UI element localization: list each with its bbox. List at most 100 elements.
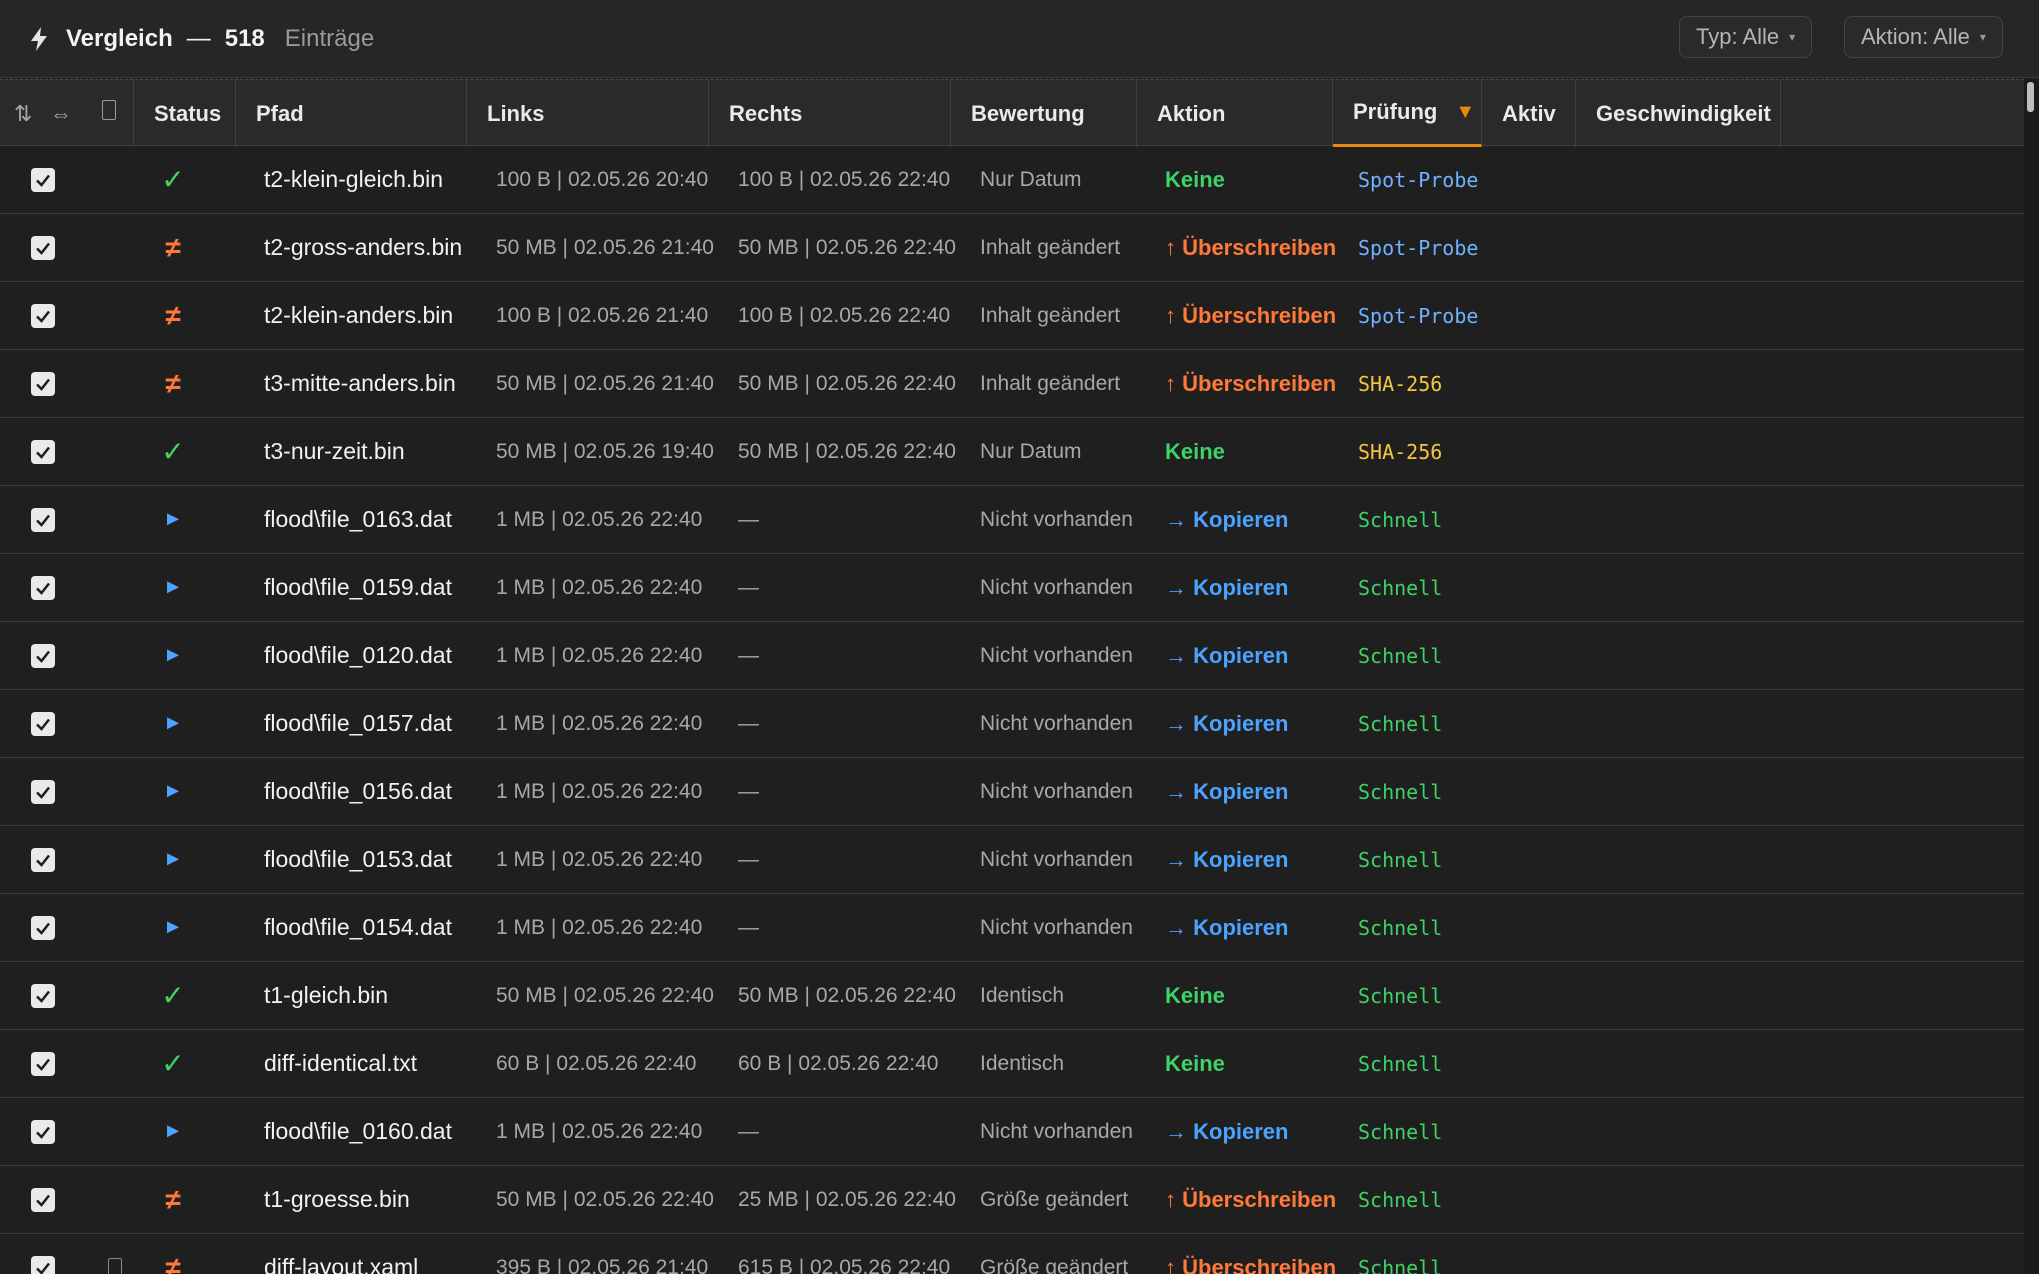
- check-method[interactable]: Schnell: [1358, 486, 1442, 553]
- row-checkbox[interactable]: [31, 304, 55, 328]
- check-method[interactable]: Schnell: [1358, 758, 1442, 825]
- check-method[interactable]: Schnell: [1358, 826, 1442, 893]
- left-info: 1 MB | 02.05.26 22:40: [496, 847, 703, 871]
- check-method[interactable]: Schnell: [1358, 690, 1442, 757]
- action-label[interactable]: Keine: [1165, 1030, 1225, 1097]
- file-path: t2-klein-gleich.bin: [264, 166, 443, 192]
- table-row[interactable]: ✓ t2-klein-gleich.bin 100 B | 02.05.26 20:…: [0, 146, 2024, 214]
- table-row[interactable]: ► flood\file_0154.dat 1 MB | 02.05.26 22:4…: [0, 894, 2024, 962]
- row-checkbox[interactable]: [31, 1052, 55, 1076]
- table-row[interactable]: ► flood\file_0153.dat 1 MB | 02.05.26 22:4…: [0, 826, 2024, 894]
- row-checkbox[interactable]: [31, 712, 55, 736]
- status-icon: ≠: [165, 1183, 181, 1215]
- row-checkbox[interactable]: [31, 780, 55, 804]
- check-method[interactable]: Schnell: [1358, 1098, 1442, 1165]
- comparison-table: ⇅ ⇔ Status Pfad Links Rechts Bewertung A…: [0, 79, 2024, 1274]
- action-label[interactable]: Keine: [1165, 418, 1225, 485]
- check-method[interactable]: SHA-256: [1358, 350, 1442, 417]
- table-row[interactable]: ► flood\file_0159.dat 1 MB | 02.05.26 22:4…: [0, 554, 2024, 622]
- entry-count-label: Einträge: [284, 24, 375, 52]
- row-secondary-checkbox[interactable]: [108, 1258, 122, 1274]
- column-header-check[interactable]: Prüfung ▼: [1333, 80, 1482, 147]
- action-label[interactable]: ↑ Überschreiben: [1165, 1234, 1336, 1274]
- action-label[interactable]: ↑ Überschreiben: [1165, 214, 1336, 281]
- row-checkbox[interactable]: [31, 168, 55, 192]
- vertical-scrollbar[interactable]: [2024, 79, 2039, 1274]
- row-checkbox[interactable]: [31, 1188, 55, 1212]
- table-row[interactable]: ≠ t3-mitte-anders.bin 50 MB | 02.05.26 21:…: [0, 350, 2024, 418]
- column-header-action[interactable]: Aktion: [1137, 80, 1333, 147]
- table-row[interactable]: ≠ t1-groesse.bin 50 MB | 02.05.26 22:40 25 …: [0, 1166, 2024, 1234]
- column-header-active[interactable]: Aktiv: [1482, 80, 1576, 147]
- column-header-speed[interactable]: Geschwindigkeit: [1576, 80, 1781, 147]
- action-label[interactable]: → Kopieren: [1165, 1098, 1288, 1165]
- check-method[interactable]: Schnell: [1358, 554, 1442, 621]
- left-info: 50 MB | 02.05.26 22:40: [496, 1187, 714, 1211]
- table-row[interactable]: ► flood\file_0160.dat 1 MB | 02.05.26 22:4…: [0, 1098, 2024, 1166]
- check-method[interactable]: Schnell: [1358, 1234, 1442, 1274]
- column-header-right[interactable]: Rechts: [709, 80, 951, 147]
- row-checkbox[interactable]: [31, 1120, 55, 1144]
- status-icon: ►: [163, 916, 183, 938]
- check-method[interactable]: Schnell: [1358, 894, 1442, 961]
- check-method[interactable]: Spot-Probe: [1358, 146, 1478, 213]
- check-method[interactable]: Schnell: [1358, 962, 1442, 1029]
- column-header-path[interactable]: Pfad: [236, 80, 467, 147]
- table-row[interactable]: ≠ t2-klein-anders.bin 100 B | 02.05.26 21:…: [0, 282, 2024, 350]
- table-row[interactable]: ► flood\file_0120.dat 1 MB | 02.05.26 22:4…: [0, 622, 2024, 690]
- table-row[interactable]: ≠ diff-layout.xaml 395 B | 02.05.26 21:40 6…: [0, 1234, 2024, 1274]
- action-label[interactable]: Keine: [1165, 146, 1225, 213]
- check-method[interactable]: Schnell: [1358, 1030, 1442, 1097]
- action-filter-label: Aktion: Alle: [1861, 24, 1970, 49]
- table-row[interactable]: ► flood\file_0156.dat 1 MB | 02.05.26 22:4…: [0, 758, 2024, 826]
- row-checkbox[interactable]: [31, 848, 55, 872]
- action-filter-dropdown[interactable]: Aktion: Alle ▾: [1844, 16, 2003, 58]
- check-method[interactable]: Schnell: [1358, 1166, 1442, 1233]
- sort-icon[interactable]: ⇅: [14, 101, 32, 127]
- action-label[interactable]: Keine: [1165, 962, 1225, 1029]
- action-label[interactable]: → Kopieren: [1165, 894, 1288, 961]
- row-checkbox[interactable]: [31, 984, 55, 1008]
- row-checkbox[interactable]: [31, 1256, 55, 1274]
- action-label[interactable]: → Kopieren: [1165, 486, 1288, 553]
- check-method[interactable]: SHA-256: [1358, 418, 1442, 485]
- column-header-evaluation[interactable]: Bewertung: [951, 80, 1137, 147]
- file-path: t2-klein-anders.bin: [264, 302, 454, 328]
- lightning-icon: [28, 26, 50, 52]
- row-checkbox[interactable]: [31, 644, 55, 668]
- column-header-left[interactable]: Links: [467, 80, 709, 147]
- scrollbar-thumb[interactable]: [2027, 82, 2034, 112]
- check-method[interactable]: Schnell: [1358, 622, 1442, 689]
- file-path: flood\file_0160.dat: [264, 1118, 452, 1144]
- type-filter-dropdown[interactable]: Typ: Alle ▾: [1679, 16, 1813, 58]
- check-method[interactable]: Spot-Probe: [1358, 214, 1478, 281]
- table-row[interactable]: ► flood\file_0163.dat 1 MB | 02.05.26 22:4…: [0, 486, 2024, 554]
- table-row[interactable]: ► flood\file_0157.dat 1 MB | 02.05.26 22:4…: [0, 690, 2024, 758]
- right-info: —: [738, 575, 759, 599]
- action-label[interactable]: ↑ Überschreiben: [1165, 350, 1336, 417]
- action-label[interactable]: → Kopieren: [1165, 622, 1288, 689]
- action-label[interactable]: → Kopieren: [1165, 554, 1288, 621]
- check-method[interactable]: Spot-Probe: [1358, 282, 1478, 349]
- row-checkbox[interactable]: [31, 372, 55, 396]
- table-row[interactable]: ≠ t2-gross-anders.bin 50 MB | 02.05.26 21:…: [0, 214, 2024, 282]
- swap-icon[interactable]: ⇔: [50, 101, 72, 127]
- row-checkbox[interactable]: [31, 508, 55, 532]
- action-label[interactable]: → Kopieren: [1165, 690, 1288, 757]
- column-header-status[interactable]: Status: [134, 80, 236, 147]
- status-icon: ≠: [165, 367, 181, 399]
- action-label[interactable]: → Kopieren: [1165, 826, 1288, 893]
- action-label[interactable]: → Kopieren: [1165, 758, 1288, 825]
- table-row[interactable]: ✓ diff-identical.txt 60 B | 02.05.26 22:40…: [0, 1030, 2024, 1098]
- table-row[interactable]: ✓ t3-nur-zeit.bin 50 MB | 02.05.26 19:40 50…: [0, 418, 2024, 486]
- action-label[interactable]: ↑ Überschreiben: [1165, 1166, 1336, 1233]
- right-info: —: [738, 711, 759, 735]
- row-checkbox[interactable]: [31, 916, 55, 940]
- file-path: flood\file_0153.dat: [264, 846, 452, 872]
- action-label[interactable]: ↑ Überschreiben: [1165, 282, 1336, 349]
- select-all-checkbox[interactable]: [102, 100, 116, 120]
- table-row[interactable]: ✓ t1-gleich.bin 50 MB | 02.05.26 22:40 50 M…: [0, 962, 2024, 1030]
- row-checkbox[interactable]: [31, 440, 55, 464]
- row-checkbox[interactable]: [31, 576, 55, 600]
- row-checkbox[interactable]: [31, 236, 55, 260]
